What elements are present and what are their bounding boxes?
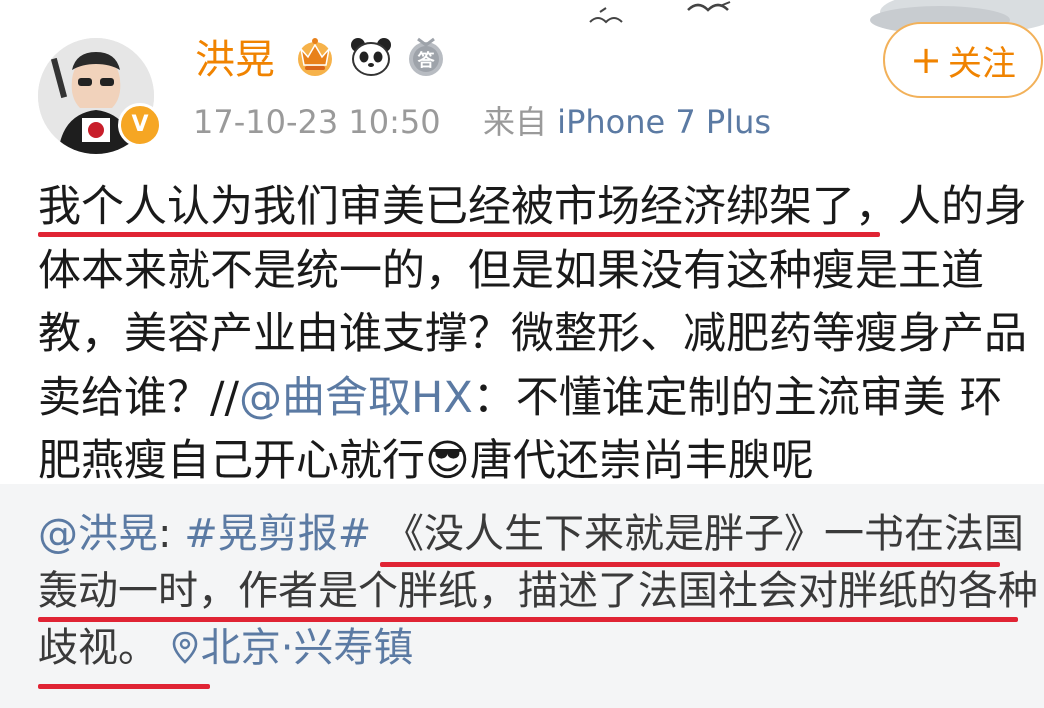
- post-text-end: 唐代还崇尚丰腴呢: [469, 436, 814, 486]
- username[interactable]: 洪晃: [195, 36, 275, 84]
- location-pin-icon: [172, 631, 198, 664]
- answer-badge-icon[interactable]: 答: [404, 33, 448, 79]
- user-mention-link[interactable]: @曲舍取HX: [239, 373, 473, 423]
- follow-label: 关注: [947, 43, 1016, 84]
- topic-hashtag-link[interactable]: #晃剪报#: [184, 511, 371, 557]
- post-meta: 17-10-23 10:50 来自 iPhone 7 Plus: [193, 102, 771, 142]
- answer-badge-text: 答: [418, 50, 436, 71]
- next-row-cutoff: [0, 690, 1044, 708]
- user-badges: 答: [292, 30, 448, 82]
- verified-mark: V: [131, 112, 149, 137]
- post-timestamp[interactable]: 17-10-23 10:50: [193, 103, 441, 141]
- location-link[interactable]: 北京·兴寿镇: [171, 625, 414, 671]
- source-device[interactable]: iPhone 7 Plus: [557, 103, 771, 141]
- source-prefix: 来自: [482, 103, 547, 141]
- crown-badge-icon[interactable]: [292, 33, 338, 79]
- panda-badge-icon[interactable]: [346, 33, 396, 79]
- plus-icon: +: [910, 38, 942, 82]
- follow-button[interactable]: + 关注: [883, 22, 1043, 98]
- location-text: 北京·兴寿镇: [200, 625, 414, 671]
- cool-emoji-icon: 😎: [425, 436, 470, 486]
- verified-badge: V: [118, 103, 162, 147]
- reposted-text: @洪晃: #晃剪报# 《没人生下来就是胖子》一书在法国轰动一时，作者是个胖纸，描…: [38, 506, 1038, 677]
- original-author-mention[interactable]: @洪晃: [38, 511, 158, 557]
- weibo-post: V 洪晃 答 17-10-23 10:50 来自 iPhone 7 Plus +…: [0, 0, 1044, 708]
- repost-separator: :: [158, 511, 185, 557]
- post-content: 我个人认为我们审美已经被市场经济绑架了，人的身体本来就不是统一的，但是如果没有这…: [38, 176, 1038, 494]
